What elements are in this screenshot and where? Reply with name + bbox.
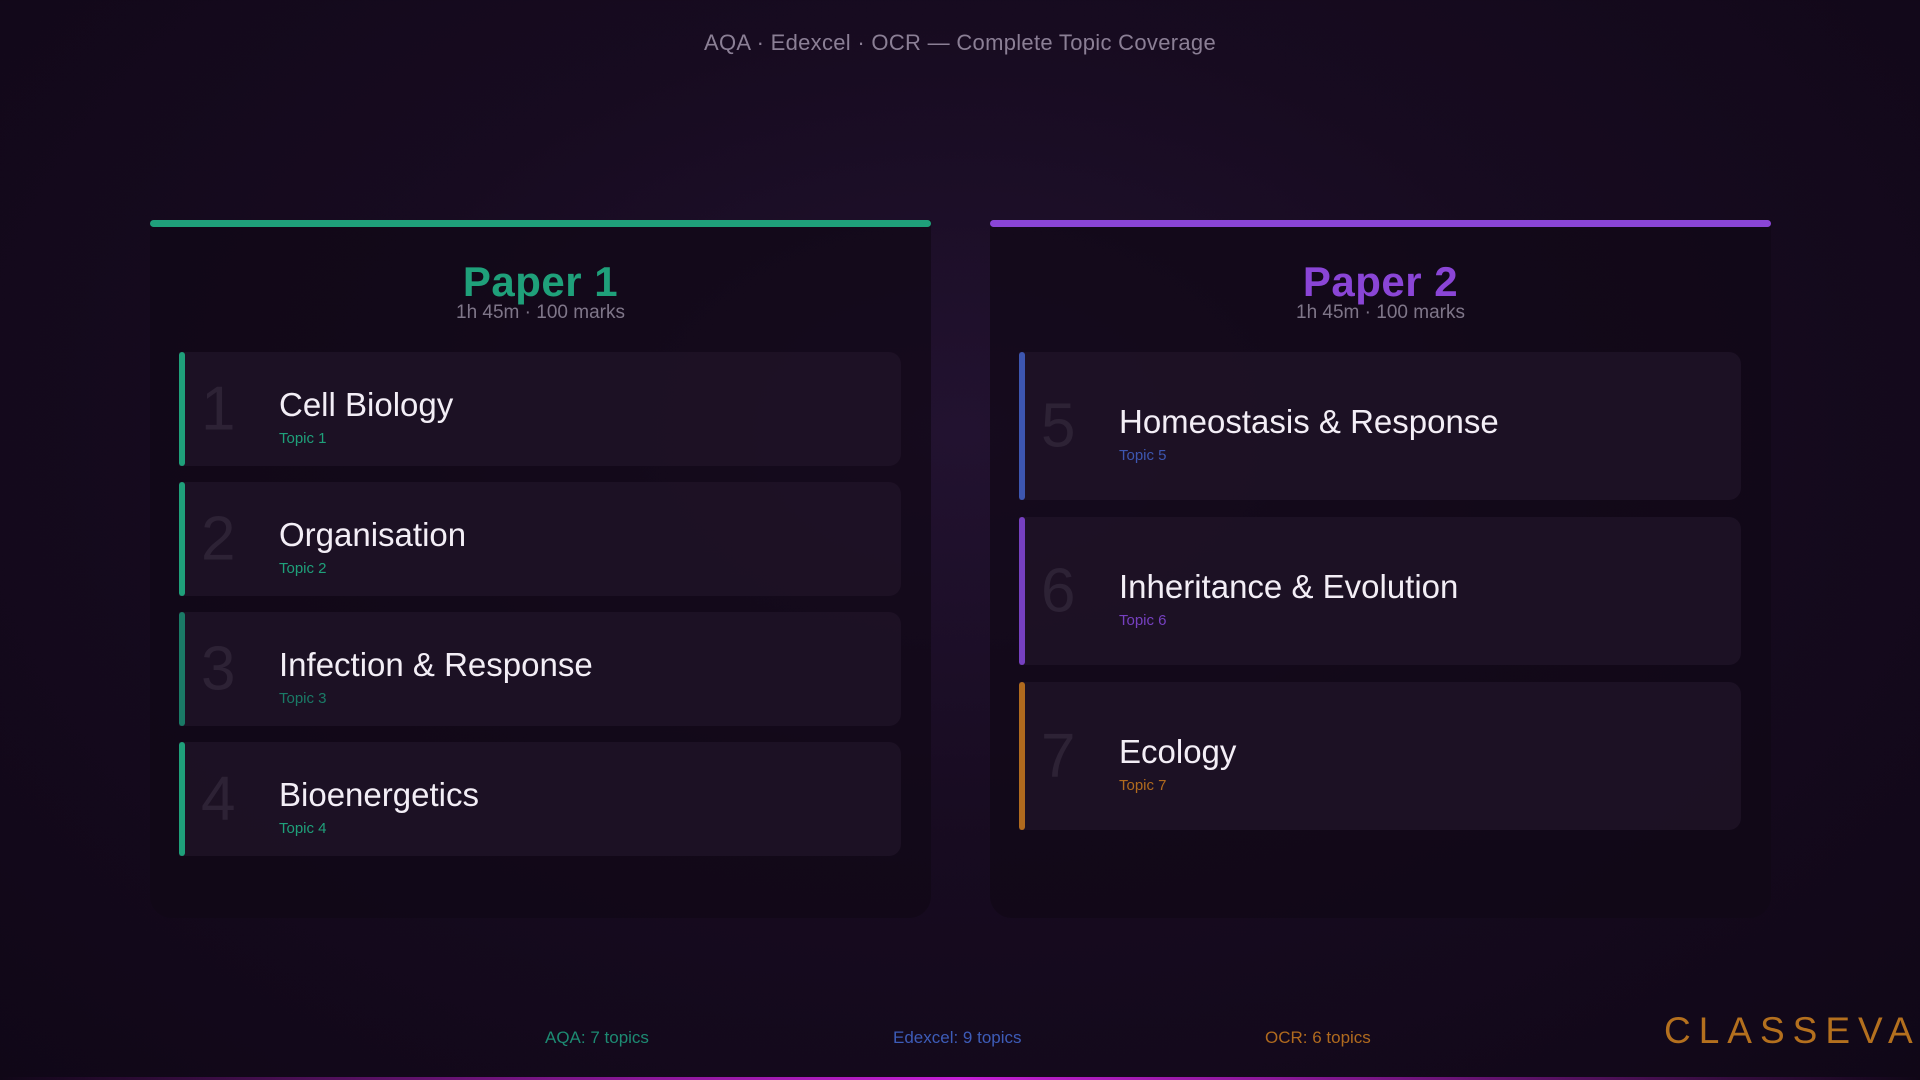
- topic-card-organisation[interactable]: 2 Organisation Topic 2: [179, 482, 901, 596]
- topic-name: Cell Biology: [279, 386, 454, 423]
- topic-accent: [179, 352, 185, 466]
- topic-card-homeostasis-response[interactable]: 5 Homeostasis & Response Topic 5: [1019, 352, 1741, 500]
- topic-number: 4: [201, 764, 236, 834]
- topic-name: Infection & Response: [279, 646, 593, 683]
- footer-edexcel-count: Edexcel: 9 topics: [893, 1028, 1022, 1047]
- topic-number: 1: [201, 374, 236, 444]
- topic-tag: Topic 3: [279, 690, 327, 707]
- topic-accent: [1019, 517, 1025, 665]
- topic-accent: [1019, 352, 1025, 500]
- topic-name: Organisation: [279, 516, 467, 553]
- topic-tag: Topic 7: [1119, 777, 1167, 794]
- topic-tag: Topic 1: [279, 430, 327, 447]
- topic-tag: Topic 2: [279, 560, 327, 577]
- topic-card-ecology[interactable]: 7 Ecology Topic 7: [1019, 682, 1741, 830]
- topic-tag: Topic 6: [1119, 612, 1167, 629]
- paper-2-panel: Paper 2 1h 45m · 100 marks 5 Homeostasis…: [990, 220, 1771, 918]
- topic-name: Inheritance & Evolution: [1119, 568, 1459, 605]
- topic-accent: [1019, 682, 1025, 830]
- topic-card-infection-response[interactable]: 3 Infection & Response Topic 3: [179, 612, 901, 726]
- classeva-logo: CLASSEVA: [1664, 1010, 1920, 1051]
- topic-tag: Topic 4: [279, 820, 327, 837]
- topic-accent: [179, 612, 185, 726]
- topic-name: Homeostasis & Response: [1119, 403, 1499, 440]
- paper-2-title: Paper 2: [1302, 258, 1459, 305]
- coverage-subtitle: AQA · Edexcel · OCR — Complete Topic Cov…: [704, 30, 1216, 55]
- topic-tag: Topic 5: [1119, 447, 1167, 464]
- paper-1-title: Paper 1: [462, 258, 619, 305]
- topic-number: 2: [201, 504, 236, 574]
- topic-card-bioenergetics[interactable]: 4 Bioenergetics Topic 4: [179, 742, 901, 856]
- topic-card-cell-biology[interactable]: 1 Cell Biology Topic 1: [179, 352, 901, 466]
- paper-1-accent-bar: [150, 220, 931, 227]
- topic-accent: [179, 742, 185, 856]
- paper-1-panel: Paper 1 1h 45m · 100 marks 1 Cell Biolog…: [150, 220, 931, 918]
- topic-name: Ecology: [1119, 733, 1237, 770]
- topic-accent: [179, 482, 185, 596]
- footer-ocr-count: OCR: 6 topics: [1265, 1028, 1371, 1047]
- footer-aqa-count: AQA: 7 topics: [545, 1028, 649, 1047]
- topic-number: 5: [1041, 391, 1076, 461]
- paper-2-meta: 1h 45m · 100 marks: [1296, 302, 1465, 323]
- topic-number: 3: [201, 634, 236, 704]
- topic-number: 7: [1041, 721, 1076, 791]
- topic-card-inheritance-evolution[interactable]: 6 Inheritance & Evolution Topic 6: [1019, 517, 1741, 665]
- paper-2-accent-bar: [990, 220, 1771, 227]
- topic-name: Bioenergetics: [279, 776, 479, 813]
- paper-1-meta: 1h 45m · 100 marks: [456, 302, 625, 323]
- topic-number: 6: [1041, 556, 1076, 626]
